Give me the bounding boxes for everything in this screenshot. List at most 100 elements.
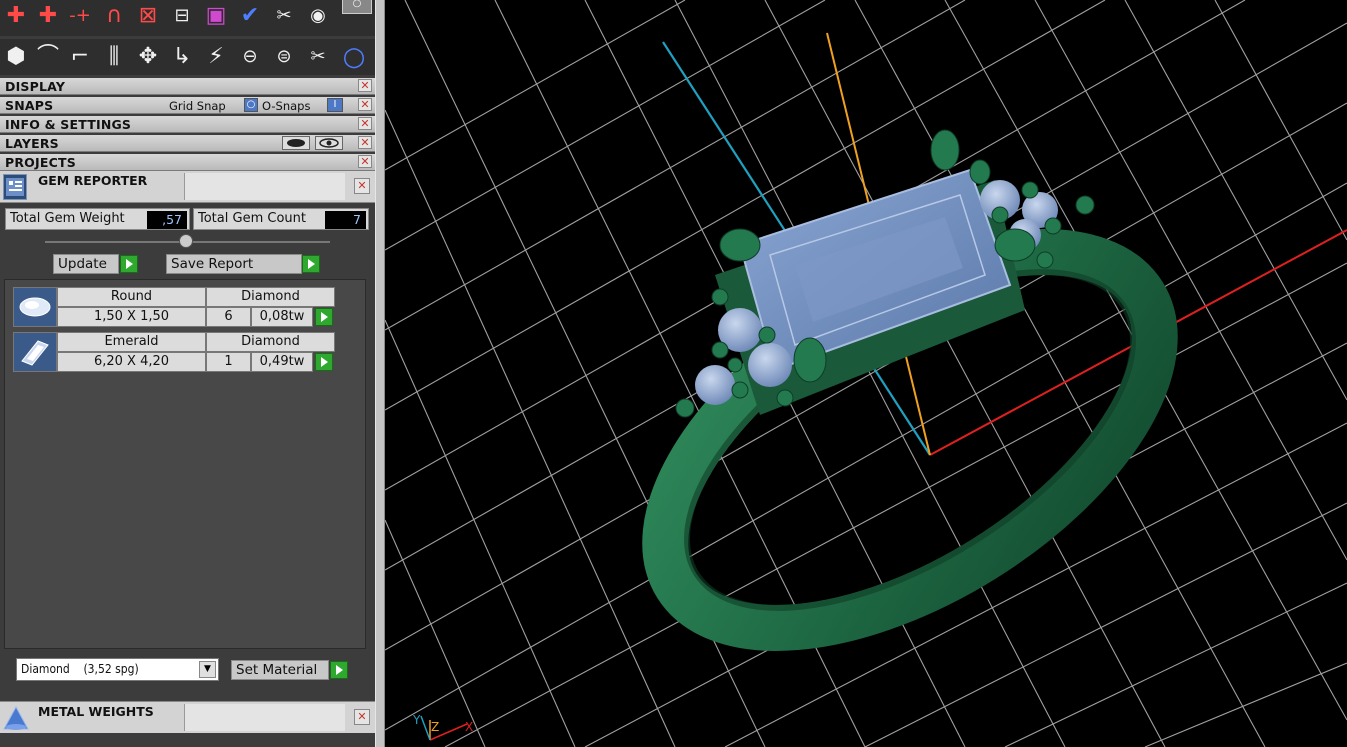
layer-visible-icon[interactable] xyxy=(315,136,343,150)
gem-size: 6,20 X 4,20 xyxy=(57,352,206,372)
add-point-icon[interactable]: ✚ xyxy=(2,2,30,30)
close-icon[interactable]: ✕ xyxy=(358,155,372,168)
total-gem-count: Total Gem Count 7 xyxy=(193,208,369,230)
scale-icon[interactable]: ✂ xyxy=(270,2,298,30)
toolbar-row-2: ⬢ ⌒ ⌐ ⫼ ✥ ↳ ⚡ ⊖ ⊜ ✂ ○ xyxy=(0,39,375,75)
metal-weights-title: METAL WEIGHTS xyxy=(38,704,154,719)
gem-row-round[interactable]: Round Diamond 1,50 X 1,50 6 0,08tw xyxy=(13,287,335,327)
viewport-canvas[interactable]: X Z Y xyxy=(385,0,1347,747)
group-link-icon[interactable]: ⊟ xyxy=(168,2,196,30)
unlink-icon[interactable]: ⊜ xyxy=(270,43,298,71)
close-icon[interactable]: ✕ xyxy=(358,136,372,149)
add-point-snap-icon[interactable]: ✚ xyxy=(34,2,62,30)
total-gem-weight: Total Gem Weight ,57 xyxy=(5,208,190,230)
sweep-icon[interactable]: ⚡ xyxy=(202,43,230,71)
emerald-gem-icon xyxy=(13,332,57,372)
material-select-value: Diamond (3,52 spg) xyxy=(21,662,139,676)
chevron-down-icon[interactable]: ▼ xyxy=(199,661,216,678)
material-select[interactable]: Diamond (3,52 spg) ▼ xyxy=(16,658,219,681)
gizmo-x-label: X xyxy=(465,720,473,734)
gem-reporter-title: GEM REPORTER xyxy=(38,173,148,188)
gem-row-go-icon[interactable] xyxy=(315,308,333,326)
total-gem-weight-label: Total Gem Weight xyxy=(10,211,125,226)
update-go-icon[interactable] xyxy=(120,255,138,273)
gem-weight: 0,08tw xyxy=(251,307,313,327)
gem-shape: Emerald xyxy=(57,332,206,352)
o-snaps-label: O-Snaps xyxy=(262,99,311,113)
panel-footer xyxy=(0,733,375,747)
material-icon[interactable]: ▣ xyxy=(202,2,230,30)
gem-count: 6 xyxy=(206,307,251,327)
section-info-settings[interactable]: INFO & SETTINGS ✕ xyxy=(0,116,375,133)
save-report-button[interactable]: Save Report xyxy=(166,254,302,274)
link-icon[interactable]: ⊖ xyxy=(236,43,264,71)
gem-weight: 0,49tw xyxy=(251,352,313,372)
set-material-button[interactable]: Set Material xyxy=(231,660,329,680)
header-tab xyxy=(184,704,345,731)
move-icon[interactable]: ✥ xyxy=(134,43,162,71)
gem-material: Diamond xyxy=(206,287,335,307)
check-icon[interactable]: ✔ xyxy=(236,2,264,30)
section-projects[interactable]: PROJECTS ✕ xyxy=(0,154,375,171)
gem-row-go-icon[interactable] xyxy=(315,353,333,371)
close-icon[interactable]: ✕ xyxy=(354,178,370,194)
metal-weights-header[interactable]: METAL WEIGHTS ✕ xyxy=(0,701,375,733)
section-layers[interactable]: LAYERS ✕ xyxy=(0,135,375,152)
3d-viewport[interactable]: X Z Y xyxy=(385,0,1347,747)
section-title: INFO & SETTINGS xyxy=(5,117,132,132)
gem-reporter-icon xyxy=(3,174,27,200)
close-icon[interactable]: ✕ xyxy=(358,117,372,130)
axis-gizmo: X Z Y xyxy=(412,713,473,741)
section-display[interactable]: DISPLAY ✕ xyxy=(0,78,375,95)
offset-curve-icon[interactable]: ⌐ xyxy=(66,43,94,71)
section-snaps[interactable]: SNAPS Grid Snap ○ O-Snaps I ✕ xyxy=(0,97,375,114)
mirror-icon[interactable]: ⫼ xyxy=(100,43,128,71)
update-button-label: Update xyxy=(58,256,107,272)
close-icon[interactable]: ✕ xyxy=(358,98,372,111)
layer-hide-icon[interactable] xyxy=(282,136,310,150)
gem-row-emerald[interactable]: Emerald Diamond 6,20 X 4,20 1 0,49tw xyxy=(13,332,335,372)
gem-material: Diamond xyxy=(206,332,335,352)
set-material-label: Set Material xyxy=(236,662,318,678)
o-snaps-toggle[interactable]: I xyxy=(327,98,343,112)
save-report-label: Save Report xyxy=(171,256,254,272)
update-button[interactable]: Update xyxy=(53,254,119,274)
gem-shape: Round xyxy=(57,287,206,307)
close-icon[interactable]: ✕ xyxy=(354,709,370,725)
gizmo-z-label: Z xyxy=(431,720,439,734)
add-point-line-icon[interactable]: -+ xyxy=(66,2,94,30)
total-gem-count-value: 7 xyxy=(325,211,366,229)
gem-size: 1,50 X 1,50 xyxy=(57,307,206,327)
remove-point-icon[interactable]: ⊠ xyxy=(134,2,162,30)
cut-icon[interactable]: ✂ xyxy=(304,43,332,71)
set-material-go-icon[interactable] xyxy=(330,661,348,679)
section-title: DISPLAY xyxy=(5,79,66,94)
section-title: SNAPS xyxy=(5,98,54,113)
side-panel: ✚ ✚ -+ ∩ ⊠ ⊟ ▣ ✔ ✂ ◉ ○ ⬢ ⌒ ⌐ ⫼ ✥ ↳ ⚡ ⊖ ⊜… xyxy=(0,0,375,747)
gem-shape-icon[interactable]: ◉ xyxy=(304,2,332,30)
close-icon[interactable]: ✕ xyxy=(358,79,372,92)
gem-list: Round Diamond 1,50 X 1,50 6 0,08tw Emera… xyxy=(4,279,366,649)
gizmo-y-label: Y xyxy=(412,713,421,727)
header-tab xyxy=(184,173,345,200)
curve-icon[interactable]: ⌒ xyxy=(34,43,62,71)
grid-snap-label: Grid Snap xyxy=(169,99,226,113)
gem-reporter-header[interactable]: GEM REPORTER ✕ xyxy=(0,171,375,203)
metal-weights-icon xyxy=(2,705,30,731)
grid-snap-toggle[interactable]: ○ xyxy=(244,98,258,112)
circle-icon[interactable]: ○ xyxy=(340,43,368,71)
save-report-go-icon[interactable] xyxy=(302,255,320,273)
total-gem-count-label: Total Gem Count xyxy=(198,211,306,226)
section-title: LAYERS xyxy=(5,136,59,151)
view-mode-icon[interactable]: ○ xyxy=(342,0,372,14)
zoom-slider-handle[interactable] xyxy=(179,234,193,248)
panel-splitter[interactable] xyxy=(375,0,385,747)
rotate-icon[interactable]: ↳ xyxy=(168,43,196,71)
toolbar-row-1: ✚ ✚ -+ ∩ ⊠ ⊟ ▣ ✔ ✂ ◉ ○ xyxy=(0,0,375,36)
boolean-icon[interactable]: ⬢ xyxy=(2,43,30,71)
round-gem-icon xyxy=(13,287,57,327)
arc-point-icon[interactable]: ∩ xyxy=(100,2,128,30)
section-title: PROJECTS xyxy=(5,155,76,170)
gem-count: 1 xyxy=(206,352,251,372)
total-gem-weight-value: ,57 xyxy=(147,211,187,229)
